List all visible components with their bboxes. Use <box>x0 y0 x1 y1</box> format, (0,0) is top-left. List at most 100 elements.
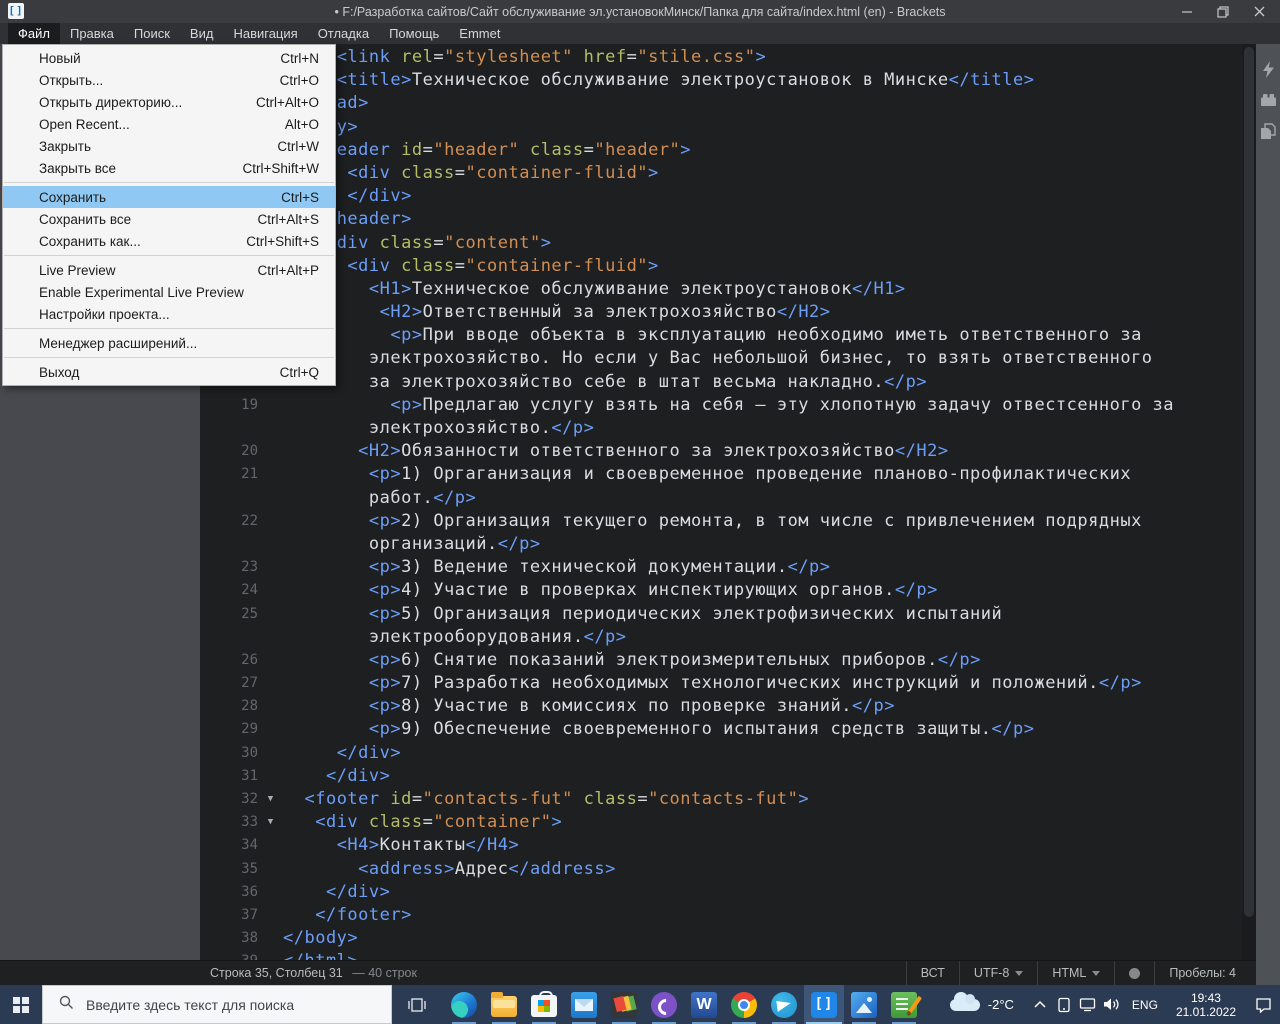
code-line[interactable]: электрооборудования.</p> <box>200 626 1242 649</box>
code-line[interactable]: организаций.</p> <box>200 533 1242 556</box>
menu-item[interactable]: Live Preview Ctrl+Alt+P <box>3 259 335 281</box>
menu-item[interactable]: Enable Experimental Live Preview <box>3 281 335 303</box>
menu-navigate[interactable]: Навигация <box>223 23 307 44</box>
menu-item[interactable]: Открыть... Ctrl+O <box>3 69 335 91</box>
indentation-setting[interactable]: Пробелы: 4 <box>1154 961 1250 985</box>
restore-icon[interactable] <box>1216 5 1230 18</box>
menu-item[interactable]: Открыть директорию... Ctrl+Alt+O <box>3 91 335 113</box>
menu-item[interactable]: Настройки проекта... <box>3 303 335 325</box>
menu-view[interactable]: Вид <box>180 23 224 44</box>
live-preview-icon[interactable] <box>1259 60 1277 78</box>
chrome-taskbar-button[interactable] <box>724 985 764 1024</box>
code-line[interactable]: 37 </footer> <box>200 904 1242 927</box>
extension-manager-icon[interactable] <box>1259 91 1277 109</box>
code-line[interactable]: 12 </div> <box>200 185 1242 208</box>
notes-taskbar-button[interactable] <box>884 985 924 1024</box>
code-line[interactable]: 24 <p>4) Участие в проверках инспектирую… <box>200 579 1242 602</box>
code-line[interactable]: 7 <title>Техническое обслуживание электр… <box>200 69 1242 92</box>
code-line[interactable]: 6 <link rel="stylesheet" href="stile.css… <box>200 46 1242 69</box>
code-line[interactable]: 16 <H1>Техническое обслуживание электроу… <box>200 278 1242 301</box>
code-line[interactable]: 35 <address>Адрес</address> <box>200 858 1242 881</box>
code-line[interactable]: за электрохозяйство себе в штат весьма н… <box>200 371 1242 394</box>
menu-item[interactable]: Закрыть Ctrl+W <box>3 135 335 157</box>
notification-center-icon[interactable] <box>1246 985 1280 1024</box>
brackets-taskbar-button[interactable]: [] <box>804 985 844 1024</box>
network-icon[interactable] <box>1076 985 1100 1024</box>
code-line[interactable]: 39 </html> <box>200 950 1242 960</box>
code-line[interactable]: 31 </div> <box>200 765 1242 788</box>
code-line[interactable]: 13 </header> <box>200 208 1242 231</box>
code-line[interactable]: 33 ▼ <div class="container"> <box>200 811 1242 834</box>
menu-item[interactable]: Выход Ctrl+Q <box>3 361 335 383</box>
code-line[interactable]: 8 </head> <box>200 92 1242 115</box>
code-line[interactable]: 22 <p>2) Организация текущего ремонта, в… <box>200 510 1242 533</box>
code-line[interactable]: 25 <p>5) Организация периодических элект… <box>200 603 1242 626</box>
rotation-lock-icon[interactable] <box>1052 985 1076 1024</box>
code-line[interactable]: 15 <div class="container-fluid"> <box>200 255 1242 278</box>
code-line[interactable]: 26 <p>6) Снятие показаний электроизмерит… <box>200 649 1242 672</box>
photos-taskbar-button[interactable] <box>844 985 884 1024</box>
code-line[interactable]: 23 <p>3) Ведение технической документаци… <box>200 556 1242 579</box>
menu-debug[interactable]: Отладка <box>308 23 379 44</box>
telegram-taskbar-button[interactable] <box>764 985 804 1024</box>
code-line[interactable]: 28 <p>8) Участие в комиссиях по проверке… <box>200 695 1242 718</box>
explorer-taskbar-button[interactable] <box>484 985 524 1024</box>
code-line[interactable]: 10 <header id="header" class="header"> <box>200 139 1242 162</box>
code-line[interactable]: 11 <div class="container-fluid"> <box>200 162 1242 185</box>
code-line[interactable]: 19 <p>Предлагаю услугу взять на себя — э… <box>200 394 1242 417</box>
editor-scrollbar[interactable] <box>1242 44 1256 960</box>
menu-item[interactable]: Сохранить Ctrl+S <box>3 186 335 208</box>
volume-icon[interactable] <box>1100 985 1124 1024</box>
word-taskbar-button[interactable]: W <box>684 985 724 1024</box>
code-line[interactable]: 20 <H2>Обязанности ответственного за эле… <box>200 440 1242 463</box>
code-line[interactable]: электрохозяйство. Но если у Вас небольшо… <box>200 347 1242 370</box>
taskbar-search-input[interactable]: Введите здесь текст для поиска <box>42 985 392 1024</box>
code-line[interactable]: 17 <H2>Ответственный за электрохозяйство… <box>200 301 1242 324</box>
code-line[interactable]: 14 <div class="content"> <box>200 232 1242 255</box>
menu-item[interactable]: Менеджер расширений... <box>3 332 335 354</box>
scrollbar-thumb[interactable] <box>1244 47 1254 917</box>
start-button[interactable] <box>0 985 42 1024</box>
encoding-selector[interactable]: UTF-8 <box>958 961 1037 985</box>
weather-widget[interactable]: -2°C <box>949 991 1014 1012</box>
task-view-button[interactable] <box>396 985 438 1024</box>
code-line[interactable]: 27 <p>7) Разработка необходимых технолог… <box>200 672 1242 695</box>
edge-taskbar-button[interactable] <box>444 985 484 1024</box>
insert-mode-indicator[interactable]: ВСТ <box>905 961 959 985</box>
fold-arrow-icon[interactable]: ▼ <box>258 788 283 811</box>
code-line[interactable]: 30 </div> <box>200 742 1242 765</box>
code-editor[interactable]: 6 <link rel="stylesheet" href="stile.css… <box>200 44 1256 960</box>
tray-expand-chevron-icon[interactable] <box>1028 985 1052 1024</box>
menu-item[interactable]: Сохранить все Ctrl+Alt+S <box>3 208 335 230</box>
store-taskbar-button[interactable] <box>524 985 564 1024</box>
code-line[interactable]: 34 <H4>Контакты</H4> <box>200 834 1242 857</box>
photomgr-taskbar-button[interactable] <box>604 985 644 1024</box>
close-icon[interactable] <box>1252 6 1266 17</box>
menu-file[interactable]: Файл <box>8 23 60 44</box>
menu-item[interactable]: Сохранить как... Ctrl+Shift+S <box>3 230 335 252</box>
code-line[interactable]: 18 <p>При вводе объекта в эксплуатацию н… <box>200 324 1242 347</box>
menu-item[interactable]: Закрыть все Ctrl+Shift+W <box>3 157 335 179</box>
code-line[interactable]: 21 <p>1) Оргаганизация и своевременное п… <box>200 463 1242 486</box>
minimize-icon[interactable] <box>1180 6 1194 17</box>
fold-arrow-icon[interactable]: ▼ <box>258 811 283 834</box>
menu-edit[interactable]: Правка <box>60 23 124 44</box>
language-selector[interactable]: HTML <box>1037 961 1114 985</box>
plugin-panel-icon[interactable] <box>1259 122 1277 140</box>
mail-taskbar-button[interactable] <box>564 985 604 1024</box>
clock[interactable]: 19:43 21.01.2022 <box>1166 991 1246 1019</box>
menu-help[interactable]: Помощь <box>379 23 449 44</box>
code-line[interactable]: 32 ▼ <footer id="contacts-fut" class="con… <box>200 788 1242 811</box>
code-line[interactable]: 29 <p>9) Обеспечение своевременного испы… <box>200 718 1242 741</box>
code-line[interactable]: электрохозяйство.</p> <box>200 417 1242 440</box>
lint-status[interactable] <box>1114 961 1154 985</box>
code-line[interactable]: работ.</p> <box>200 487 1242 510</box>
menu-item[interactable]: Новый Ctrl+N <box>3 47 335 69</box>
viber-taskbar-button[interactable] <box>644 985 684 1024</box>
keyboard-language[interactable]: ENG <box>1124 998 1166 1012</box>
menu-item[interactable]: Open Recent... Alt+O <box>3 113 335 135</box>
menu-emmet[interactable]: Emmet <box>449 23 510 44</box>
code-line[interactable]: 38 </body> <box>200 927 1242 950</box>
menu-find[interactable]: Поиск <box>124 23 180 44</box>
code-line[interactable]: 9 <body> <box>200 116 1242 139</box>
